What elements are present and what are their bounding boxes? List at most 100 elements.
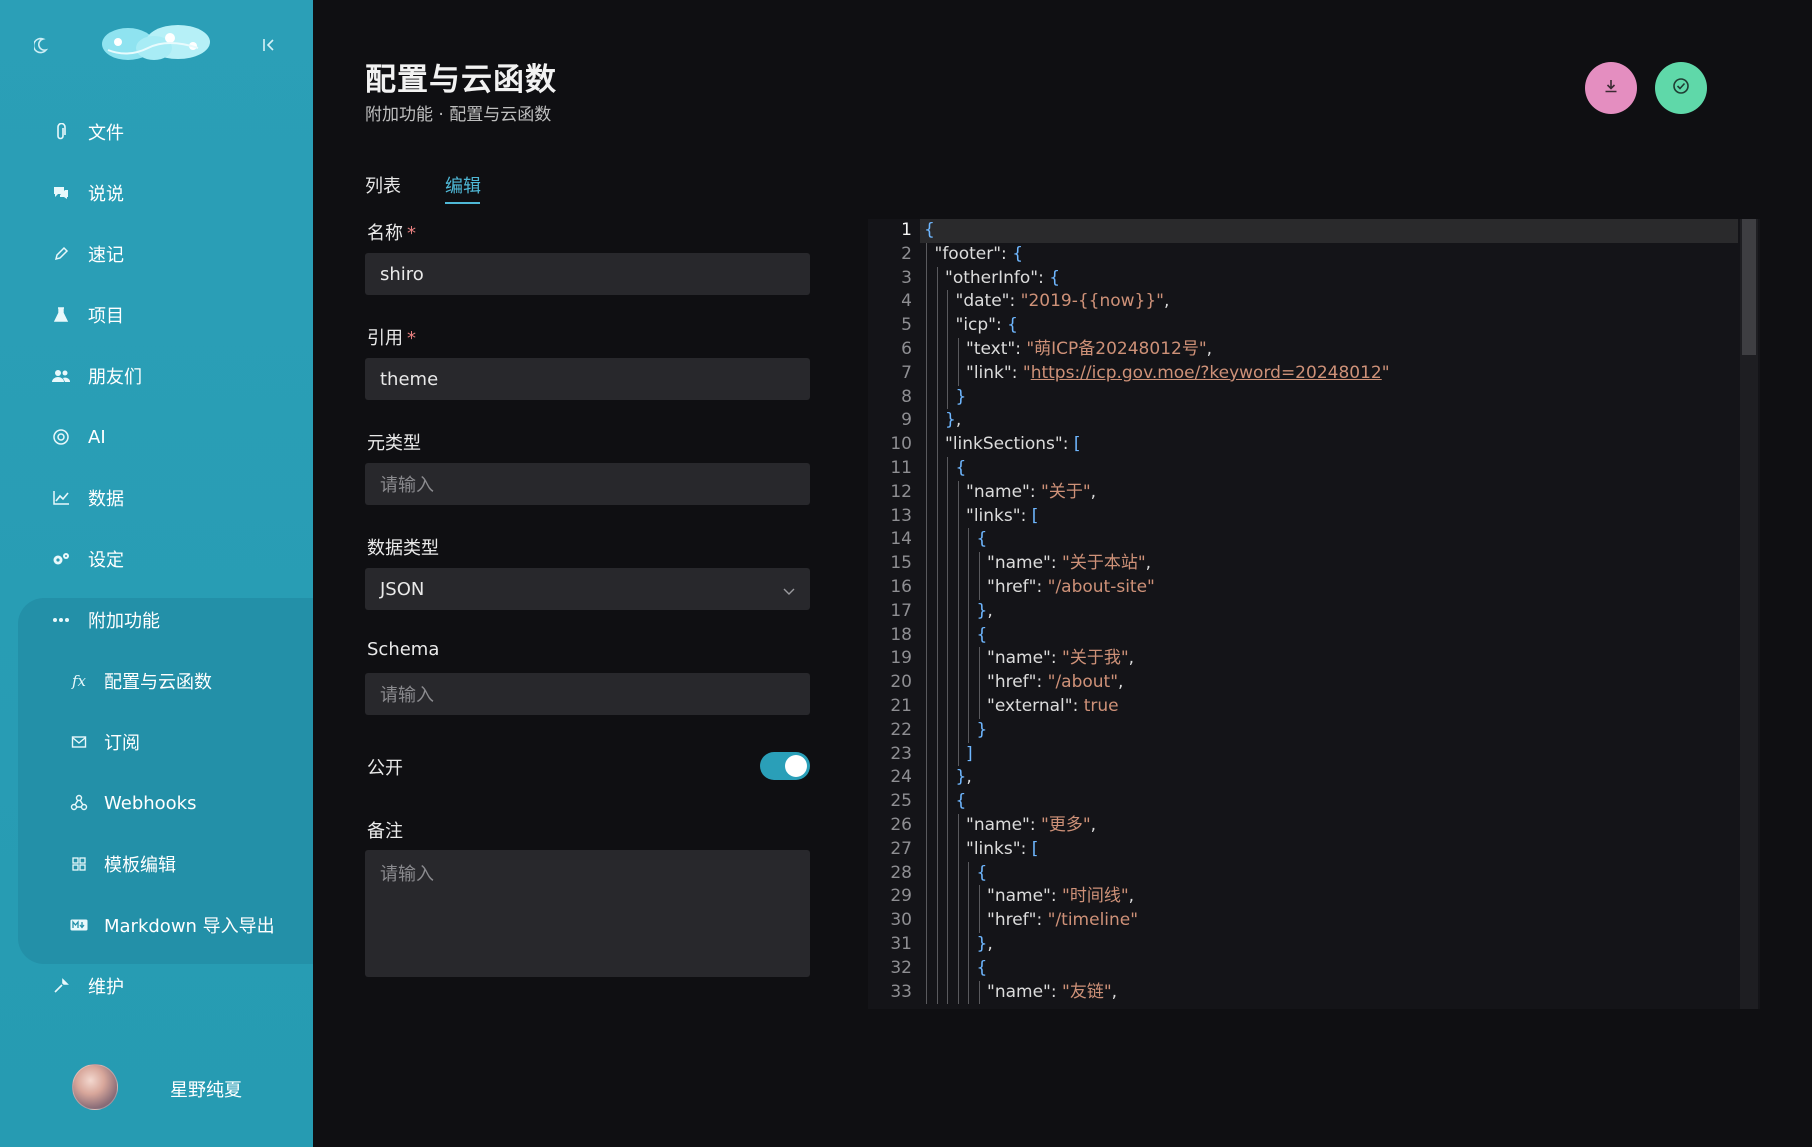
sidebar-item-files[interactable]: 文件	[0, 108, 313, 156]
code-token: "icp"	[955, 315, 997, 336]
sidebar-item-config-functions[interactable]: fx 配置与云函数	[0, 657, 313, 705]
code-line: "link": "https://icp.gov.moe/?keyword=20…	[966, 362, 1390, 386]
line-number: 10	[890, 434, 912, 455]
code-token: :	[1036, 672, 1048, 693]
ai-icon	[50, 426, 72, 448]
sidebar-item-label: 维护	[88, 977, 124, 998]
code-line: "name": "友链",	[987, 981, 1117, 1005]
meta-type-input[interactable]: 请输入	[365, 463, 810, 505]
user-profile[interactable]: 星野纯夏	[0, 1060, 313, 1116]
indent-guide	[968, 528, 969, 743]
code-token: ,	[1111, 981, 1118, 1002]
save-button[interactable]	[1655, 62, 1707, 114]
code-editor[interactable]: 1 2 3 4 5 6 7 8 9 10 11 12 13 14 15 16 17 18 19 20 21 22 23 24 2…	[868, 219, 1760, 1009]
code-token: :	[1072, 696, 1084, 716]
code-token: ,	[987, 600, 993, 621]
code-token: :	[1050, 981, 1062, 1002]
sidebar-item-says[interactable]: 说说	[0, 169, 313, 217]
code-line: "external": true	[987, 695, 1119, 719]
indent-guide	[947, 290, 948, 410]
flask-icon	[50, 304, 72, 326]
sidebar-item-webhooks[interactable]: Webhooks	[0, 779, 313, 827]
sidebar-item-settings[interactable]: 设定	[0, 535, 313, 583]
code-token: ]	[966, 743, 973, 764]
people-icon	[50, 365, 72, 387]
sidebar-item-markdown[interactable]: Markdown 导入导出	[0, 901, 313, 949]
chat-icon	[50, 182, 72, 204]
schema-label: Schema	[367, 639, 440, 660]
code-line: "footer": {	[935, 243, 1024, 267]
line-number: 29	[890, 886, 912, 907]
more-icon	[50, 609, 72, 631]
check-circle-icon	[1671, 76, 1691, 100]
line-number: 18	[890, 624, 912, 645]
logo	[98, 18, 216, 68]
code-line: "name": "更多",	[966, 814, 1096, 838]
sidebar-item-label: 文件	[88, 123, 124, 144]
sidebar-item-extras[interactable]: 附加功能	[0, 596, 313, 644]
sidebar-item-subscriptions[interactable]: 订阅	[0, 718, 313, 766]
code-token: "href"	[987, 577, 1037, 597]
code-token: {	[1012, 243, 1024, 264]
code-token: true	[1083, 696, 1119, 716]
sidebar-item-label: 朋友们	[88, 367, 142, 388]
line-number: 13	[890, 505, 912, 526]
code-line: },	[977, 600, 993, 624]
code-token: "/about"	[1047, 672, 1119, 693]
remark-textarea[interactable]: 请输入	[365, 850, 810, 977]
indent-guide	[968, 861, 969, 1005]
public-toggle[interactable]	[760, 752, 810, 780]
code-token: ,	[1164, 291, 1170, 312]
code-token: "	[1022, 362, 1031, 383]
code-token: :	[1050, 886, 1062, 907]
code-token: :	[1036, 577, 1048, 597]
code-token: :	[1038, 267, 1050, 288]
schema-input[interactable]: 请输入	[365, 673, 810, 715]
code-token: "时间线"	[1062, 886, 1129, 907]
mail-icon	[68, 731, 90, 753]
download-button[interactable]	[1585, 62, 1637, 114]
code-line: "date": "2019-{{now}}",	[956, 290, 1170, 314]
editor-scroll-thumb[interactable]	[1742, 219, 1756, 355]
breadcrumb: 附加功能 · 配置与云函数	[365, 105, 552, 125]
sidebar-header	[0, 0, 313, 90]
sidebar-item-projects[interactable]: 项目	[0, 291, 313, 339]
code-token: "name"	[987, 981, 1051, 1002]
code-token: {	[976, 862, 988, 883]
code-line: ]	[966, 743, 973, 767]
sidebar-item-ai[interactable]: AI	[0, 413, 313, 461]
code-token: "更多"	[1041, 815, 1091, 835]
sidebar-item-template-edit[interactable]: 模板编辑	[0, 840, 313, 888]
code-token: :	[1009, 291, 1021, 312]
code-line: {	[956, 790, 967, 814]
code-token: "linkSections"	[945, 434, 1063, 455]
code-token: }	[976, 934, 988, 954]
download-icon	[1602, 77, 1620, 99]
sidebar-item-label: 附加功能	[88, 611, 160, 632]
code-token: "name"	[987, 553, 1051, 574]
name-input[interactable]: shiro	[365, 253, 810, 295]
function-icon: fx	[71, 672, 86, 690]
avatar[interactable]	[72, 1064, 118, 1110]
moon-icon[interactable]	[32, 36, 52, 54]
code-token: :	[1029, 815, 1041, 835]
code-link[interactable]: https://icp.gov.moe/?keyword=20248012	[1031, 363, 1382, 383]
data-type-select[interactable]: JSON	[365, 568, 810, 610]
tab-edit[interactable]: 编辑	[445, 172, 481, 198]
tab-list[interactable]: 列表	[365, 172, 401, 198]
indent-guide	[947, 457, 948, 1005]
sidebar-item-label: 说说	[88, 184, 124, 205]
ref-input[interactable]: theme	[365, 358, 810, 400]
code-token: "name"	[987, 648, 1051, 669]
code-token: "	[1381, 362, 1390, 383]
indent-guide	[978, 647, 980, 719]
sidebar-item-friends[interactable]: 朋友们	[0, 352, 313, 400]
sidebar-item-maintain[interactable]: 维护	[0, 962, 313, 1010]
pencil-icon	[50, 243, 72, 265]
sidebar-item-notes[interactable]: 速记	[0, 230, 313, 278]
line-number: 4	[901, 291, 912, 312]
code-token: "2019-{{now}}"	[1020, 291, 1165, 312]
sidebar-item-data[interactable]: 数据	[0, 474, 313, 522]
code-token: :	[1020, 838, 1032, 859]
collapse-icon[interactable]	[260, 36, 278, 54]
